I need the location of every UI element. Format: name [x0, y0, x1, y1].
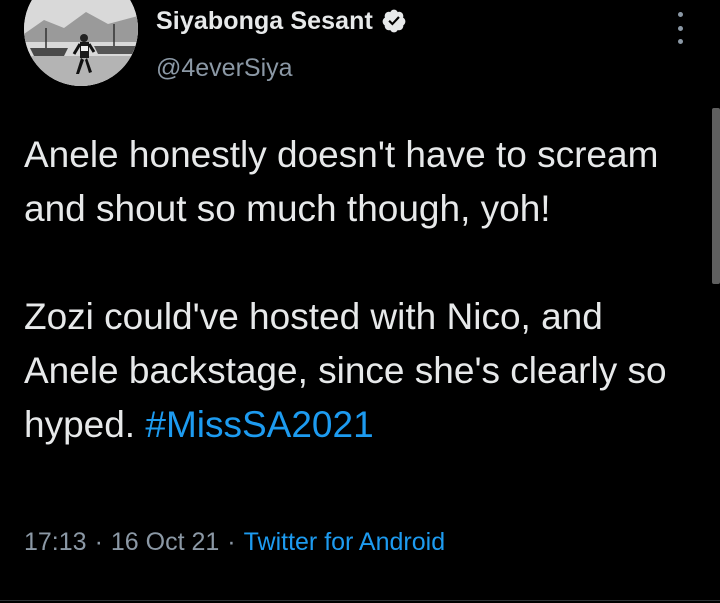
tweet-paragraph-2: Zozi could've hosted with Nico, and Anel… — [24, 290, 684, 452]
more-options-icon[interactable] — [668, 8, 692, 48]
scrollbar-thumb[interactable] — [712, 108, 720, 284]
hashtag-link[interactable]: #MissSA2021 — [145, 404, 373, 445]
tweet-text: Anele honestly doesn't have to scream an… — [24, 128, 684, 452]
profile-photo-icon — [24, 0, 138, 86]
meta-separator: · — [227, 528, 236, 556]
menu-dot — [677, 39, 683, 44]
author-handle[interactable]: @4everSiya — [156, 54, 293, 83]
tweet-paragraph-1: Anele honestly doesn't have to scream an… — [24, 134, 659, 229]
tweet-date[interactable]: 16 Oct 21 — [111, 528, 219, 557]
tweet-meta: 17:13 · 16 Oct 21 · Twitter for Android — [24, 528, 445, 557]
tweet-time[interactable]: 17:13 — [24, 528, 87, 557]
menu-dot — [677, 25, 683, 31]
divider — [0, 600, 720, 601]
author-name-row[interactable]: Siyabonga Sesant — [156, 4, 407, 38]
author-display-name[interactable]: Siyabonga Sesant — [156, 7, 373, 36]
tweet-detail: Siyabonga Sesant @4everSiya Anele honest… — [0, 0, 720, 603]
verified-badge-icon — [381, 8, 407, 34]
meta-separator: · — [94, 528, 103, 556]
menu-dot — [677, 12, 683, 17]
avatar[interactable] — [24, 0, 138, 86]
tweet-source-link[interactable]: Twitter for Android — [244, 528, 445, 557]
